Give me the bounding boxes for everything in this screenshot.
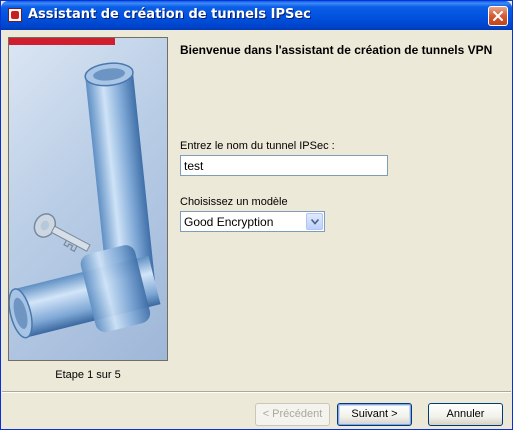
tunnel-name-input[interactable] (180, 155, 388, 176)
template-select-value: Good Encryption (184, 215, 274, 229)
template-label: Choisissez un modèle (180, 196, 288, 208)
chevron-down-icon (311, 219, 319, 225)
app-icon (8, 8, 22, 22)
cancel-button[interactable]: Annuler (428, 403, 503, 426)
page-heading: Bienvenue dans l'assistant de création d… (180, 43, 493, 57)
template-select[interactable]: Good Encryption (180, 211, 325, 232)
dropdown-button[interactable] (306, 213, 323, 230)
step-indicator: Etape 1 sur 5 (55, 369, 121, 381)
tunnel-name-label: Entrez le nom du tunnel IPSec : (180, 140, 335, 152)
previous-button[interactable]: < Précédent (255, 403, 330, 426)
button-separator (2, 391, 511, 393)
window-title: Assistant de création de tunnels IPSec (28, 7, 311, 22)
title-bar[interactable]: Assistant de création de tunnels IPSec (1, 1, 512, 30)
wizard-illustration (8, 37, 168, 361)
close-button[interactable] (488, 6, 508, 26)
next-button[interactable]: Suivant > (337, 403, 412, 426)
accent-bar (9, 38, 115, 45)
wizard-window: Assistant de création de tunnels IPSec E… (0, 0, 513, 430)
close-icon (493, 11, 503, 21)
pipe-and-key-illustration (9, 62, 161, 339)
